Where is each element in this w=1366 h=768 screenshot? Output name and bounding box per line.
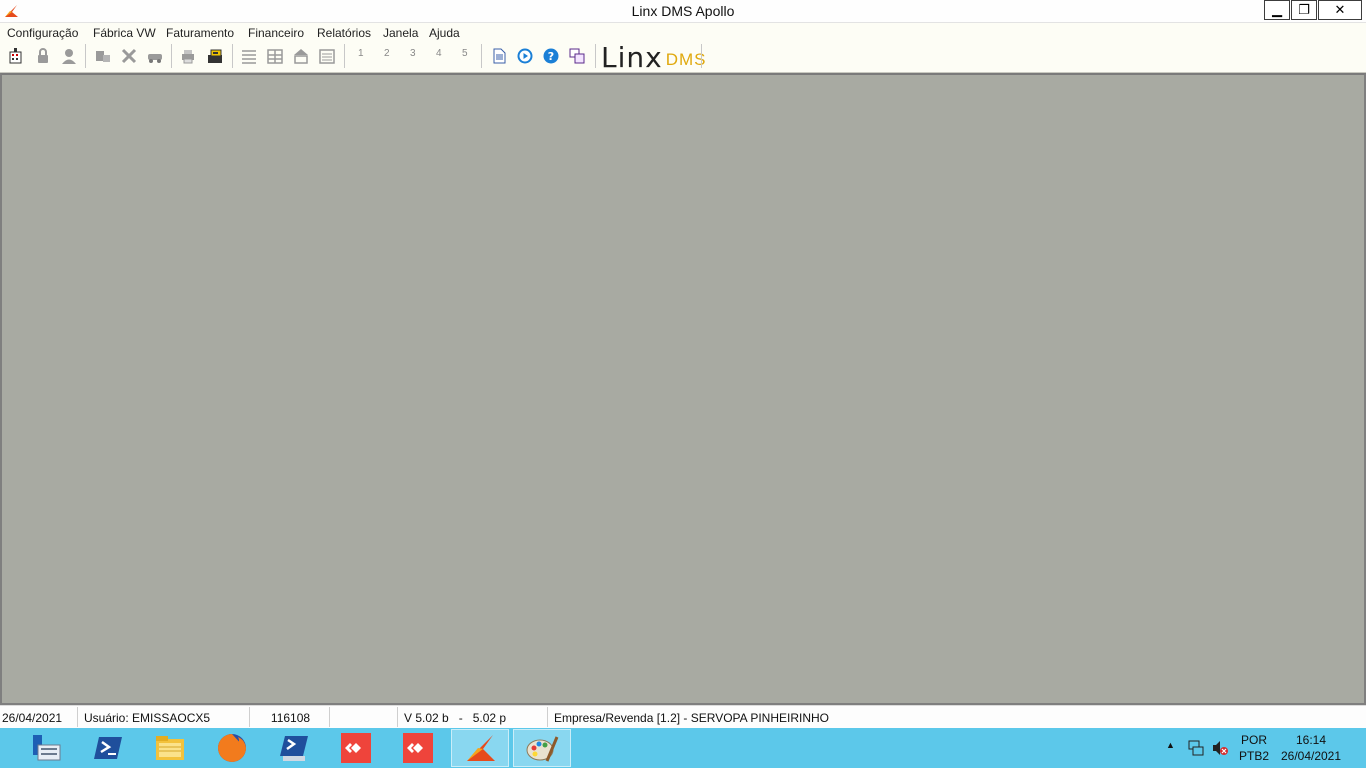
folder-icon bbox=[156, 736, 184, 760]
shortcut-4[interactable]: 4 bbox=[436, 48, 442, 59]
toolbar: 1 2 3 4 5 ? Linx DMS bbox=[0, 42, 1366, 73]
menu-bar: Configuração Fábrica VW Faturamento Fina… bbox=[0, 23, 1366, 42]
shortcut-5[interactable]: 5 bbox=[462, 48, 468, 59]
taskbar: ▲ POR PTB2 16:14 26/04/2021 bbox=[0, 728, 1366, 768]
menu-janela[interactable]: Janela bbox=[383, 26, 418, 40]
menu-ajuda[interactable]: Ajuda bbox=[429, 26, 460, 40]
clock[interactable]: 16:14 26/04/2021 bbox=[1278, 732, 1344, 764]
toolbar-separator bbox=[701, 44, 702, 68]
window-switch-icon[interactable] bbox=[567, 46, 587, 66]
status-version: V 5.02 b - 5.02 p bbox=[398, 707, 548, 727]
document-icon[interactable] bbox=[489, 46, 509, 66]
close-icon: ✕ bbox=[1334, 2, 1346, 17]
minimize-icon: ▁ bbox=[1272, 2, 1282, 17]
shortcut-3[interactable]: 3 bbox=[410, 48, 416, 59]
menu-financeiro[interactable]: Financeiro bbox=[248, 26, 304, 40]
shortcut-1[interactable]: 1 bbox=[358, 48, 364, 59]
menu-faturamento[interactable]: Faturamento bbox=[166, 26, 234, 40]
linx-dms-logo: Linx DMS bbox=[601, 42, 706, 72]
tools-icon[interactable] bbox=[119, 46, 139, 66]
minimize-all-icon[interactable] bbox=[317, 46, 337, 66]
company-select-icon[interactable] bbox=[6, 46, 26, 66]
taskbar-firefox[interactable] bbox=[203, 729, 261, 767]
play-icon[interactable] bbox=[515, 46, 535, 66]
taskbar-anydesk-1[interactable] bbox=[327, 729, 385, 767]
lock-icon[interactable] bbox=[33, 46, 53, 66]
toolbar-separator bbox=[595, 44, 596, 68]
window-title: Linx DMS Apollo bbox=[631, 3, 735, 19]
taskbar-powershell[interactable] bbox=[79, 729, 137, 767]
clock-date: 26/04/2021 bbox=[1280, 749, 1342, 763]
cash-register-icon[interactable] bbox=[205, 46, 225, 66]
restore-icon: ❐ bbox=[1298, 2, 1310, 17]
toolbar-separator bbox=[85, 44, 86, 68]
status-user: Usuário: EMISSAOCX5 bbox=[78, 707, 250, 727]
clock-time: 16:14 bbox=[1295, 733, 1327, 747]
svg-text:?: ? bbox=[548, 50, 554, 63]
close-button[interactable]: ✕ bbox=[1318, 0, 1362, 20]
taskbar-server-manager[interactable] bbox=[17, 729, 75, 767]
help-icon[interactable]: ? bbox=[541, 46, 561, 66]
shortcut-2[interactable]: 2 bbox=[384, 48, 390, 59]
toolbar-separator bbox=[232, 44, 233, 68]
mdi-workspace[interactable] bbox=[0, 73, 1366, 705]
language-code: POR bbox=[1240, 733, 1267, 747]
status-date: 26/04/2021 bbox=[0, 707, 78, 727]
tile-windows-icon[interactable] bbox=[265, 46, 285, 66]
keyboard-layout: PTB2 bbox=[1238, 749, 1269, 763]
printer-icon[interactable] bbox=[178, 46, 198, 66]
taskbar-paint[interactable] bbox=[513, 729, 571, 767]
user-icon[interactable] bbox=[59, 46, 79, 66]
taskbar-file-explorer[interactable] bbox=[141, 729, 199, 767]
toolbar-separator bbox=[481, 44, 482, 68]
menu-fabrica-vw[interactable]: Fábrica VW bbox=[93, 26, 156, 40]
cascade-windows-icon[interactable] bbox=[239, 46, 259, 66]
title-bar: Linx DMS Apollo ▁ ❐ ✕ bbox=[0, 0, 1366, 23]
network-icon[interactable] bbox=[1187, 739, 1205, 760]
input-language[interactable]: POR PTB2 bbox=[1236, 732, 1272, 764]
status-empty bbox=[330, 707, 398, 727]
anydesk-icon bbox=[341, 733, 371, 763]
paint-icon bbox=[526, 736, 559, 762]
taskbar-anydesk-2[interactable] bbox=[389, 729, 447, 767]
restore-button[interactable]: ❐ bbox=[1291, 0, 1317, 20]
status-company: Empresa/Revenda [1.2] - SERVOPA PINHEIRI… bbox=[554, 711, 829, 725]
status-code: 116108 bbox=[250, 707, 330, 727]
volume-muted-icon[interactable] bbox=[1211, 739, 1229, 760]
taskbar-powershell-ise[interactable] bbox=[265, 729, 323, 767]
linx-app-icon bbox=[467, 735, 495, 761]
menu-relatorios[interactable]: Relatórios bbox=[317, 26, 371, 40]
status-bar: 26/04/2021 Usuário: EMISSAOCX5 116108 V … bbox=[0, 705, 1366, 728]
firefox-icon bbox=[218, 734, 246, 762]
taskbar-linx-dms[interactable] bbox=[451, 729, 509, 767]
parts-icon[interactable] bbox=[93, 46, 113, 66]
powershell-icon bbox=[94, 737, 122, 759]
arrange-icons-icon[interactable] bbox=[291, 46, 311, 66]
server-manager-icon bbox=[33, 735, 61, 761]
show-hidden-icons-icon[interactable]: ▲ bbox=[1166, 740, 1175, 750]
toolbar-separator bbox=[171, 44, 172, 68]
menu-configuracao[interactable]: Configuração bbox=[7, 26, 78, 40]
logo-linx-text: Linx bbox=[601, 41, 663, 74]
anydesk-icon bbox=[403, 733, 433, 763]
minimize-button[interactable]: ▁ bbox=[1264, 0, 1290, 20]
toolbar-separator bbox=[344, 44, 345, 68]
powershell-ise-icon bbox=[280, 736, 308, 761]
vehicle-icon[interactable] bbox=[145, 46, 165, 66]
